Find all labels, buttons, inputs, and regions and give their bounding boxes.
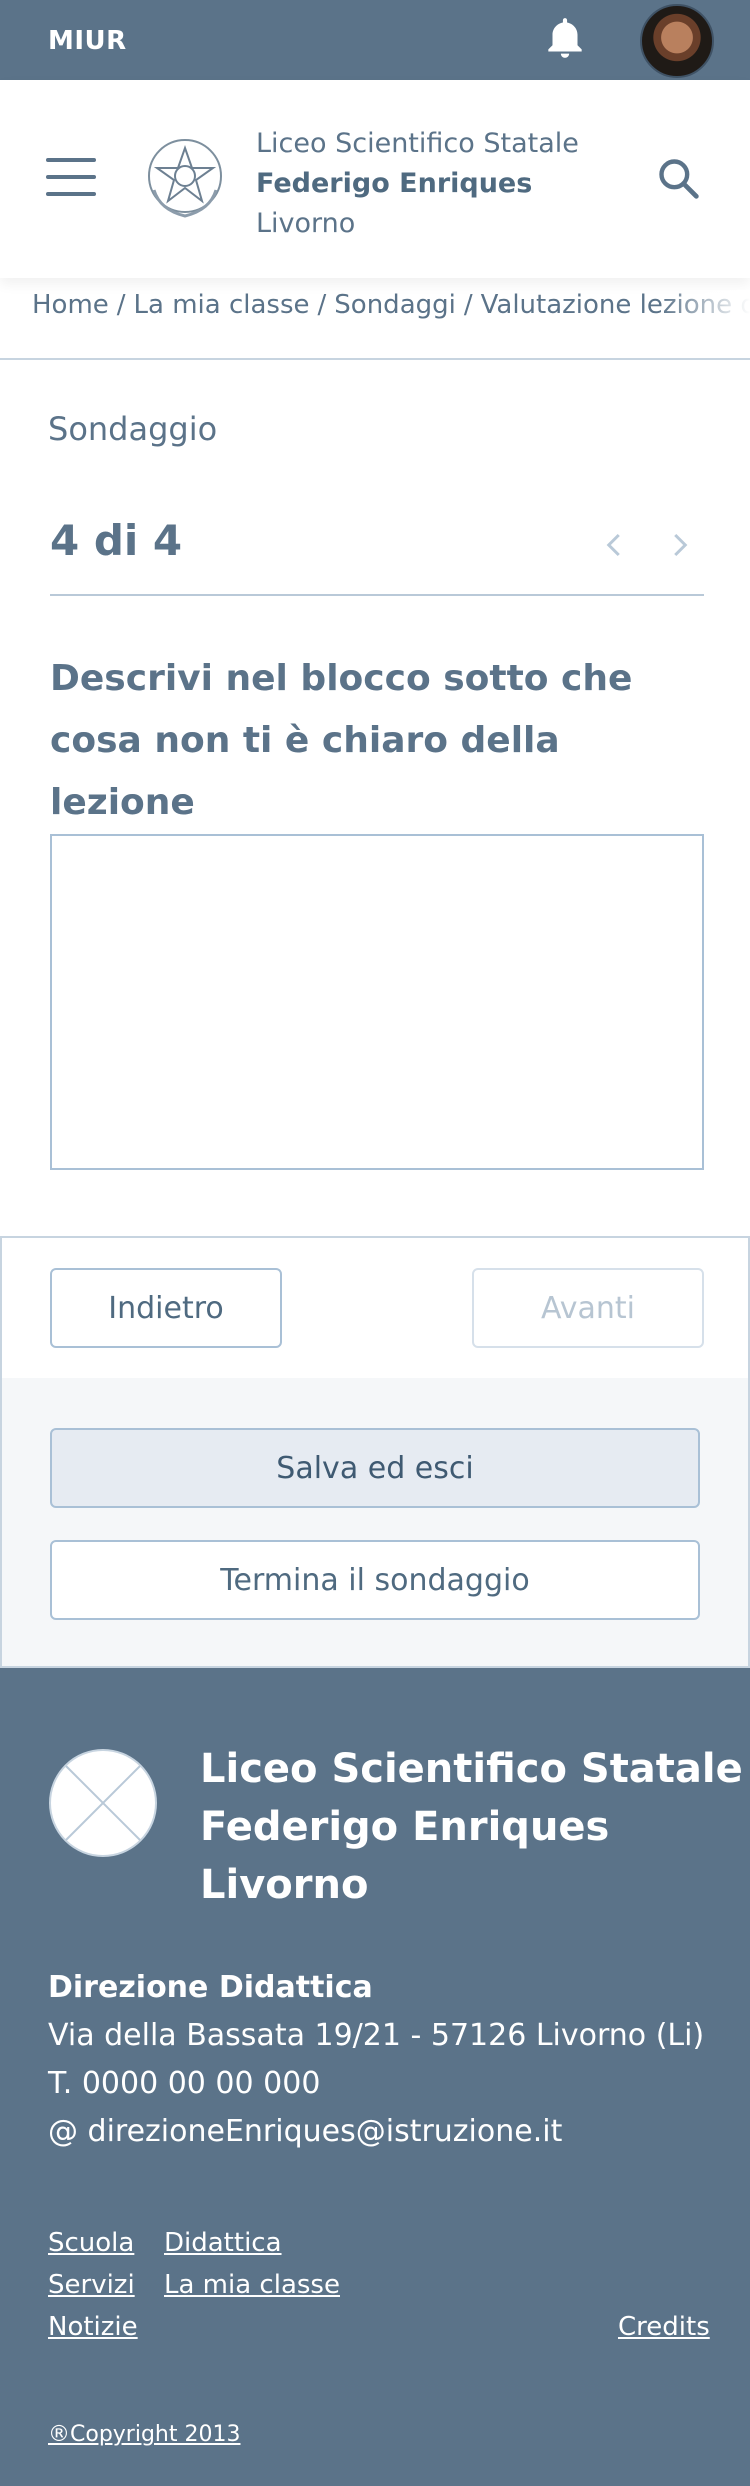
- counter-divider: [50, 594, 704, 596]
- footer-title-line1: Liceo Scientifico Statale: [200, 1746, 743, 1792]
- hamburger-icon[interactable]: [46, 158, 96, 198]
- user-avatar[interactable]: [640, 4, 714, 78]
- answer-textarea[interactable]: [50, 834, 704, 1170]
- site-footer: Liceo Scientifico Statale Federigo Enriq…: [0, 1668, 750, 2486]
- actions-panel: Salva ed esci Termina il sondaggio: [0, 1378, 750, 1668]
- survey-label: Sondaggio: [48, 410, 218, 448]
- breadcrumb-la-mia-classe[interactable]: La mia classe: [134, 290, 310, 320]
- footer-link-servizi[interactable]: Servizi: [48, 2264, 135, 2306]
- footer-link-scuola[interactable]: Scuola: [48, 2222, 134, 2264]
- question-text: Descrivi nel blocco sotto che cosa non t…: [50, 658, 633, 823]
- breadcrumb-separator: /: [317, 290, 327, 320]
- footer-email[interactable]: @ direzioneEnriques@istruzione.it: [48, 2108, 704, 2156]
- bell-icon[interactable]: [540, 14, 590, 64]
- breadcrumb-separator: /: [116, 290, 126, 320]
- footer-contacts: Direzione Didattica Via della Bassata 19…: [48, 1964, 704, 2156]
- footer-link-la-mia-classe[interactable]: La mia classe: [164, 2264, 340, 2306]
- end-survey-button[interactable]: Termina il sondaggio: [50, 1540, 700, 1620]
- footer-link-notizie[interactable]: Notizie: [48, 2306, 138, 2348]
- school-name-line3: Livorno: [256, 208, 356, 239]
- footer-link-didattica[interactable]: Didattica: [164, 2222, 282, 2264]
- navigation-bar: Indietro Avanti: [0, 1236, 750, 1380]
- footer-title-line3: Livorno: [200, 1862, 369, 1908]
- footer-school-name: Liceo Scientifico Statale Federigo Enriq…: [200, 1740, 743, 1914]
- logo-placeholder-icon: [49, 1749, 157, 1857]
- breadcrumb-separator: /: [463, 290, 473, 320]
- footer-address: Via della Bassata 19/21 - 57126 Livorno …: [48, 2018, 705, 2053]
- breadcrumb-home[interactable]: Home: [32, 290, 109, 320]
- chevron-left-icon[interactable]: [600, 530, 630, 560]
- footer-phone: T. 0000 00 00 000: [48, 2066, 321, 2101]
- footer-link-credits[interactable]: Credits: [618, 2306, 710, 2348]
- copyright-link[interactable]: ®Copyright 2013: [48, 2422, 240, 2447]
- next-button[interactable]: Avanti: [472, 1268, 704, 1348]
- chevron-right-icon[interactable]: [664, 530, 694, 560]
- school-name-line2: Federigo Enriques: [256, 168, 533, 199]
- miur-brand[interactable]: MIUR: [48, 26, 127, 56]
- question-counter: 4 di 4: [50, 516, 183, 565]
- school-name-line1: Liceo Scientifico Statale: [256, 128, 579, 159]
- back-button[interactable]: Indietro: [50, 1268, 282, 1348]
- footer-title-line2: Federigo Enriques: [200, 1804, 610, 1850]
- breadcrumb: Home / La mia classe / Sondaggi / Valutazione …: [0, 290, 750, 360]
- emblem-icon: [148, 139, 222, 218]
- top-bar: MIUR: [0, 0, 750, 80]
- school-name[interactable]: Liceo Scientifico Statale Federigo Enriq…: [256, 124, 579, 244]
- site-header: Liceo Scientifico Statale Federigo Enriq…: [0, 80, 750, 278]
- save-and-exit-button[interactable]: Salva ed esci: [50, 1428, 700, 1508]
- breadcrumb-sondaggi[interactable]: Sondaggi: [334, 290, 456, 320]
- footer-office: Direzione Didattica: [48, 1970, 373, 2005]
- search-icon[interactable]: [656, 156, 700, 200]
- breadcrumb-fade: [660, 290, 750, 350]
